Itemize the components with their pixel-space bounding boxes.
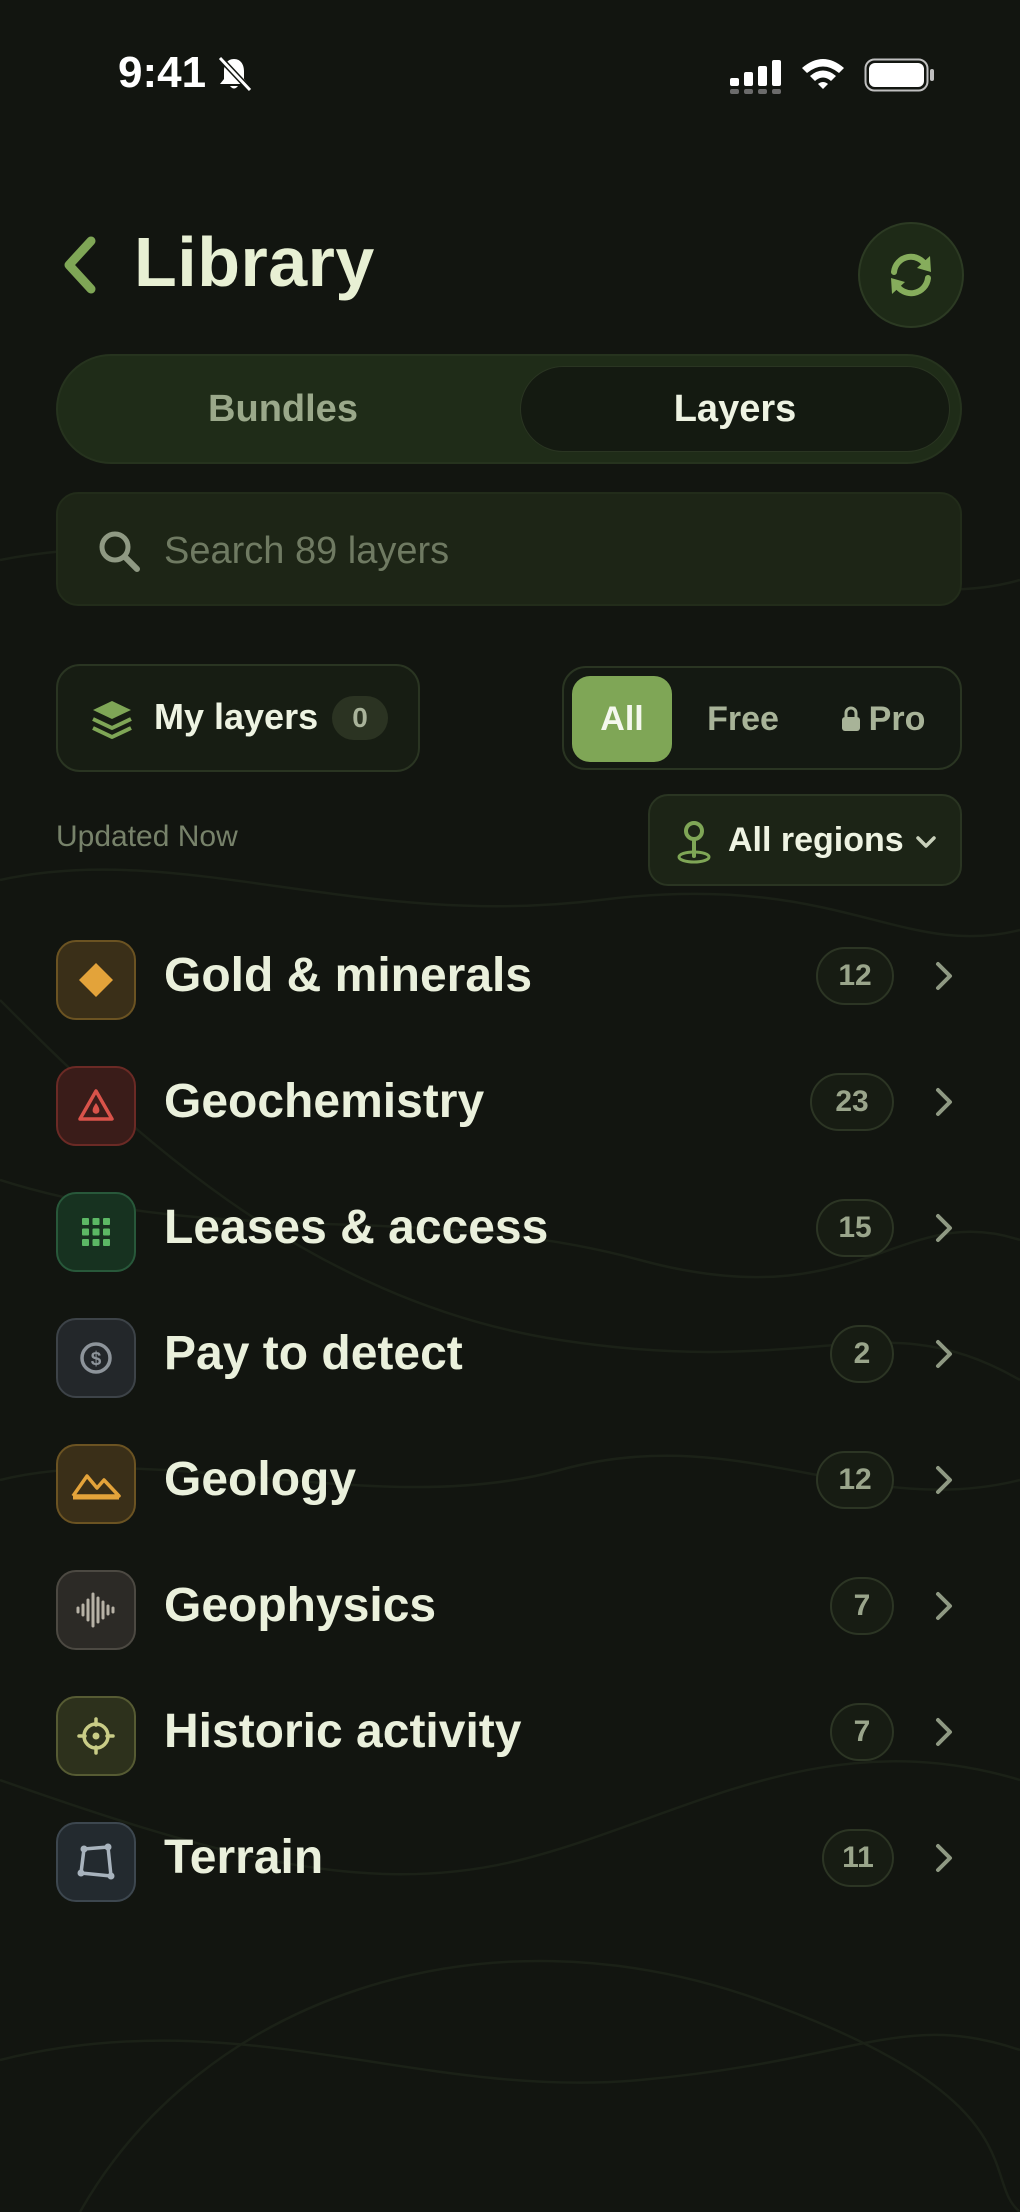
list-item-terrain[interactable]: Terrain 11 — [0, 1812, 1020, 1938]
polygon-icon — [56, 1822, 136, 1902]
search-box — [56, 492, 962, 606]
category-count: 11 — [822, 1829, 894, 1887]
status-time: 9:41 — [118, 48, 207, 97]
chevron-left-icon — [64, 236, 96, 294]
chevron-right-icon — [936, 1592, 952, 1620]
list-item-leases-access[interactable]: Leases & access 15 — [0, 1182, 1020, 1308]
waveform-icon — [56, 1570, 136, 1650]
category-count: 7 — [830, 1577, 894, 1635]
category-label: Geology — [164, 1453, 357, 1506]
tier-all-button[interactable]: All — [572, 676, 672, 762]
chevron-right-icon — [936, 962, 952, 990]
sync-button[interactable] — [858, 222, 964, 328]
diamond-icon — [56, 940, 136, 1020]
my-layers-button[interactable]: My layers 0 — [56, 664, 420, 772]
list-item-gold-minerals[interactable]: Gold & minerals 12 — [0, 930, 1020, 1056]
search-icon — [99, 531, 140, 572]
my-layers-count-badge: 0 — [332, 696, 388, 740]
category-label: Geochemistry — [164, 1075, 485, 1128]
regions-label: All regions — [728, 821, 904, 859]
wifi-icon — [802, 59, 844, 89]
crosshair-icon — [56, 1696, 136, 1776]
tab-bundles[interactable]: Bundles — [68, 366, 498, 452]
layers-stack-icon — [92, 701, 132, 739]
search-input[interactable] — [164, 516, 924, 586]
status-bar: 9:41 — [0, 0, 1020, 150]
chevron-right-icon — [936, 1844, 952, 1872]
lock-icon — [841, 706, 860, 731]
chevron-right-icon — [936, 1340, 952, 1368]
chevron-right-icon — [936, 1214, 952, 1242]
back-button[interactable] — [54, 230, 104, 300]
dollar-coin-icon: $ — [56, 1318, 136, 1398]
updated-status: Updated Now — [56, 820, 238, 853]
category-label: Historic activity — [164, 1705, 522, 1758]
category-count: 7 — [830, 1703, 894, 1761]
location-pin-icon — [677, 821, 711, 864]
my-layers-label: My layers — [154, 696, 319, 737]
category-count: 23 — [810, 1073, 894, 1131]
refresh-icon — [891, 253, 931, 297]
regions-dropdown[interactable]: All regions — [648, 794, 962, 886]
library-segmented-control: Bundles Layers — [56, 354, 962, 464]
tier-pro-label: Pro — [868, 699, 926, 738]
category-count: 15 — [816, 1199, 894, 1257]
list-item-geochemistry[interactable]: Geochemistry 23 — [0, 1056, 1020, 1182]
flask-warning-icon — [56, 1066, 136, 1146]
list-item-geology[interactable]: Geology 12 — [0, 1434, 1020, 1560]
cellular-signal-icon — [730, 60, 781, 94]
category-count: 2 — [830, 1325, 894, 1383]
grid-icon — [56, 1192, 136, 1272]
category-label: Terrain — [164, 1831, 324, 1884]
list-item-pay-to-detect[interactable]: $ Pay to detect 2 — [0, 1308, 1020, 1434]
category-count: 12 — [816, 947, 894, 1005]
chevron-down-icon — [916, 836, 936, 848]
list-item-historic-activity[interactable]: Historic activity 7 — [0, 1686, 1020, 1812]
category-label: Gold & minerals — [164, 949, 533, 1002]
tab-layers[interactable]: Layers — [520, 366, 950, 452]
category-label: Geophysics — [164, 1579, 437, 1632]
page-title: Library — [134, 223, 375, 301]
list-item-geophysics[interactable]: Geophysics 7 — [0, 1560, 1020, 1686]
bell-muted-icon — [217, 55, 253, 93]
chevron-right-icon — [936, 1088, 952, 1116]
category-label: Leases & access — [164, 1201, 549, 1254]
svg-text:$: $ — [91, 1349, 102, 1370]
tier-pro-button[interactable]: Pro — [808, 676, 958, 762]
mountains-icon — [56, 1444, 136, 1524]
battery-icon — [864, 58, 934, 92]
category-count: 12 — [816, 1451, 894, 1509]
chevron-right-icon — [936, 1466, 952, 1494]
chevron-right-icon — [936, 1718, 952, 1746]
tier-free-button[interactable]: Free — [684, 676, 802, 762]
tier-filter: All Free Pro — [562, 666, 962, 770]
category-label: Pay to detect — [164, 1327, 463, 1380]
